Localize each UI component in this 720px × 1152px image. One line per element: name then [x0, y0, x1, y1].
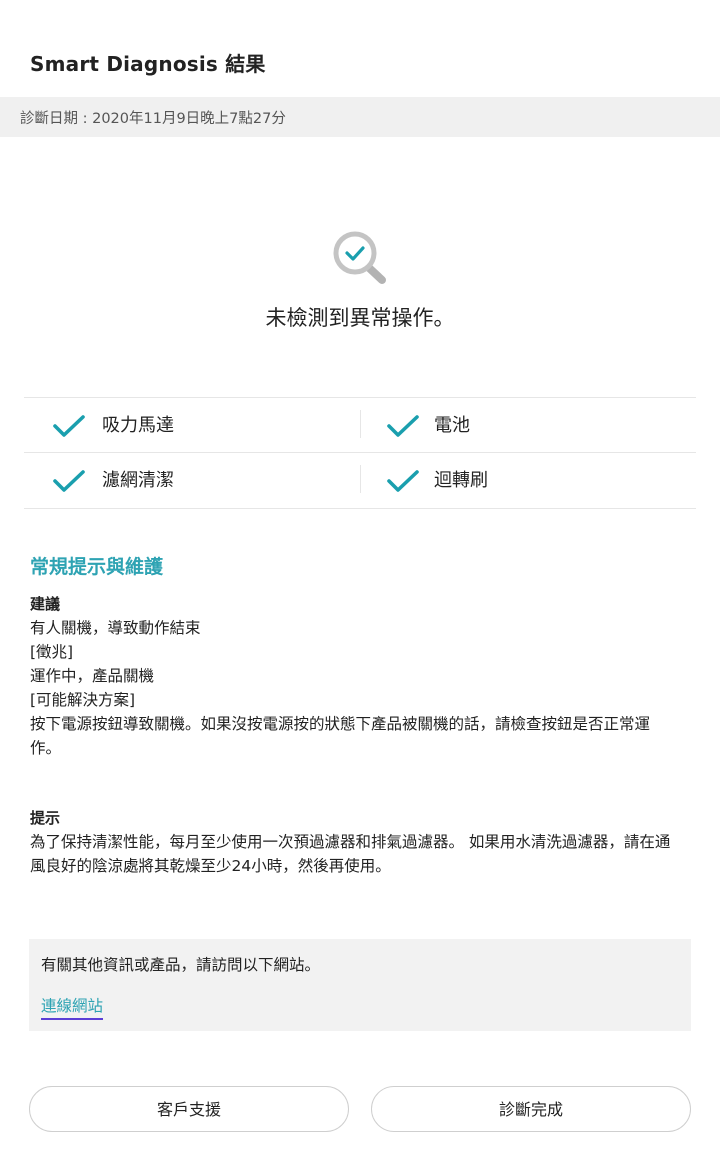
advice-line: 按下電源按鈕導致關機。如果沒按電源按的狀態下產品被關機的話，請檢查按鈕是否正常運	[30, 715, 651, 733]
tip-heading: 提示	[30, 809, 61, 827]
tip-block: 提示 為了保持清潔性能，每月至少使用一次預過濾器和排氣過濾器。 如果用水清洗過濾…	[30, 806, 695, 878]
advice-block: 建議 有人關機，導致動作結束 [徵兆] 運作中，產品關機 [可能解決方案] 按下…	[30, 592, 695, 760]
website-link[interactable]: 連線網站	[41, 994, 104, 1020]
diagnosis-result: 未檢測到異常操作。	[265, 306, 455, 330]
info-box: 有關其他資訊或產品，請訪問以下網站。 連線網站	[29, 939, 691, 1031]
advice-heading: 建議	[30, 595, 61, 613]
check-grid: 吸力馬達 電池 濾網清潔 迴轉刷	[24, 397, 696, 509]
app-header: Smart Diagnosis 結果	[0, 0, 720, 97]
tip-line: 風良好的陰涼處將其乾燥至少24小時，然後再使用。	[30, 857, 391, 875]
advice-line: [徵兆]	[30, 643, 74, 661]
check-item-battery: 電池	[360, 398, 696, 452]
diagnosis-date: 診斷日期 : 2020年11月9日晚上7點27分	[20, 111, 286, 127]
diagnosis-date-bar: 診斷日期 : 2020年11月9日晚上7點27分	[0, 97, 720, 137]
check-label: 吸力馬達	[102, 415, 174, 436]
check-item-rotating-brush: 迴轉刷	[360, 453, 696, 507]
magnifier-check-icon	[330, 228, 390, 288]
checkmark-icon	[387, 470, 419, 492]
check-label: 濾網清潔	[102, 470, 174, 491]
tip-line: 為了保持清潔性能，每月至少使用一次預過濾器和排氣過濾器。 如果用水清洗過濾器，請…	[30, 833, 671, 851]
info-text: 有關其他資訊或產品，請訪問以下網站。	[41, 956, 321, 974]
advice-line: [可能解決方案]	[30, 691, 136, 709]
check-item-filter-cleaning: 濾網清潔	[24, 453, 360, 507]
check-row: 吸力馬達 電池	[24, 398, 696, 453]
advice-line: 運作中，產品關機	[30, 667, 155, 685]
check-row: 濾網清潔 迴轉刷	[24, 453, 696, 507]
check-label: 迴轉刷	[434, 470, 488, 491]
check-label: 電池	[434, 415, 470, 436]
maintenance-title: 常規提示與維護	[30, 556, 164, 578]
customer-support-button[interactable]: 客戶支援	[29, 1086, 349, 1132]
check-item-suction-motor: 吸力馬達	[24, 398, 360, 452]
advice-line: 有人關機，導致動作結束	[30, 619, 201, 637]
advice-line: 作。	[30, 739, 62, 757]
checkmark-icon	[53, 415, 85, 437]
checkmark-icon	[387, 415, 419, 437]
page-title: Smart Diagnosis 結果	[30, 52, 266, 76]
checkmark-icon	[53, 470, 85, 492]
diagnosis-done-button[interactable]: 診斷完成	[371, 1086, 691, 1132]
